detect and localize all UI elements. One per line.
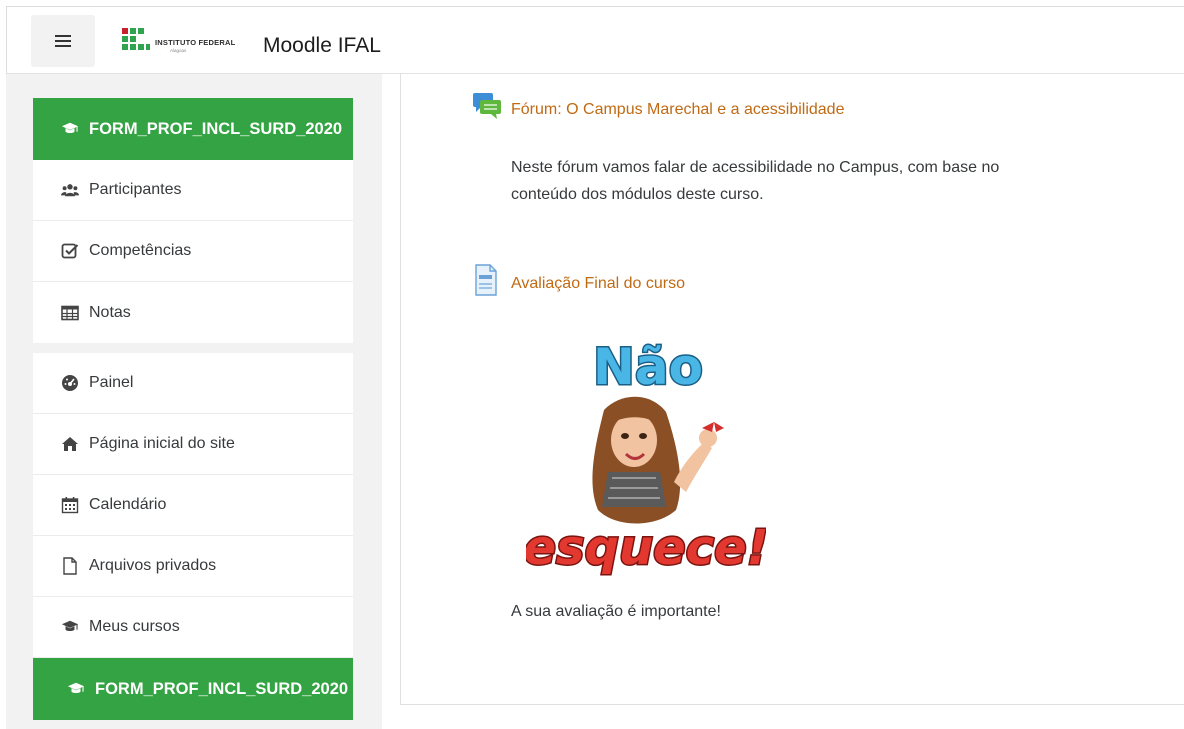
nav-item-home[interactable]: Página inicial do site bbox=[33, 414, 353, 475]
sticker-top-text: Não bbox=[593, 338, 703, 396]
ifal-logo-icon[interactable] bbox=[120, 26, 152, 56]
feedback-icon bbox=[475, 264, 497, 296]
forum-description-line: Neste fórum vamos falar de acessibilidad… bbox=[511, 159, 1000, 176]
nav-item-participants[interactable]: Participantes bbox=[33, 160, 353, 221]
forum-link[interactable]: Fórum: O Campus Marechal e a acessibilid… bbox=[511, 101, 844, 119]
calendar-icon bbox=[61, 496, 79, 514]
top-navbar: INSTITUTO FEDERAL Alagoas Moodle IFAL bbox=[6, 6, 1184, 74]
evaluation-link[interactable]: Avaliação Final do curso bbox=[511, 275, 685, 293]
home-icon bbox=[61, 435, 79, 453]
hamburger-icon bbox=[55, 35, 71, 47]
site-name-link[interactable]: Moodle IFAL bbox=[263, 34, 381, 58]
nav-item-label: Competências bbox=[89, 242, 192, 259]
reminder-sticker-image: Não esquece! bbox=[526, 337, 766, 578]
nav-item-label: Meus cursos bbox=[89, 618, 180, 635]
nav-item-my-courses[interactable]: Meus cursos bbox=[33, 597, 353, 658]
brand-institution: INSTITUTO FEDERAL bbox=[155, 38, 236, 47]
users-icon bbox=[61, 181, 79, 199]
nav-item-label: Arquivos privados bbox=[89, 557, 217, 574]
nav-item-course-current[interactable]: FORM_PROF_INCL_SURD_2020 bbox=[33, 658, 353, 720]
graduation-cap-icon bbox=[61, 618, 79, 636]
nav-item-label: Notas bbox=[89, 303, 131, 321]
graduation-cap-icon bbox=[67, 680, 85, 698]
file-icon bbox=[61, 557, 79, 575]
brand-campus: Alagoas bbox=[170, 48, 187, 53]
forum-icon bbox=[473, 93, 501, 119]
sticker-bottom-text: esquece! bbox=[526, 520, 766, 576]
forum-description: Neste fórum vamos falar de acessibilidad… bbox=[511, 154, 999, 208]
nav-item-label: FORM_PROF_INCL_SURD_2020 bbox=[95, 679, 349, 698]
site-nav-block: Painel Página inicial do site Calendário… bbox=[33, 353, 353, 720]
nav-item-dashboard[interactable]: Painel bbox=[33, 353, 353, 414]
course-nav-block: FORM_PROF_INCL_SURD_2020 Participantes C… bbox=[33, 98, 353, 343]
evaluation-note: A sua avaliação é importante! bbox=[511, 603, 721, 620]
nav-item-competencies[interactable]: Competências bbox=[33, 221, 353, 282]
nav-item-label: FORM_PROF_INCL_SURD_2020 bbox=[89, 119, 343, 138]
nav-item-label: Calendário bbox=[89, 496, 167, 513]
table-icon bbox=[61, 304, 79, 322]
dashboard-icon bbox=[61, 374, 79, 392]
nav-item-private-files[interactable]: Arquivos privados bbox=[33, 536, 353, 597]
checkbox-icon bbox=[61, 242, 79, 260]
nav-item-label: Painel bbox=[89, 374, 134, 391]
nav-item-grades[interactable]: Notas bbox=[33, 282, 353, 343]
nav-item-label: Página inicial do site bbox=[89, 435, 235, 452]
forum-description-line: conteúdo dos módulos deste curso. bbox=[511, 186, 764, 203]
graduation-cap-icon bbox=[61, 120, 79, 138]
menu-toggle-button[interactable] bbox=[31, 15, 95, 67]
nav-item-label: Participantes bbox=[89, 181, 182, 198]
nav-item-course[interactable]: FORM_PROF_INCL_SURD_2020 bbox=[33, 98, 353, 160]
nav-item-calendar[interactable]: Calendário bbox=[33, 475, 353, 536]
